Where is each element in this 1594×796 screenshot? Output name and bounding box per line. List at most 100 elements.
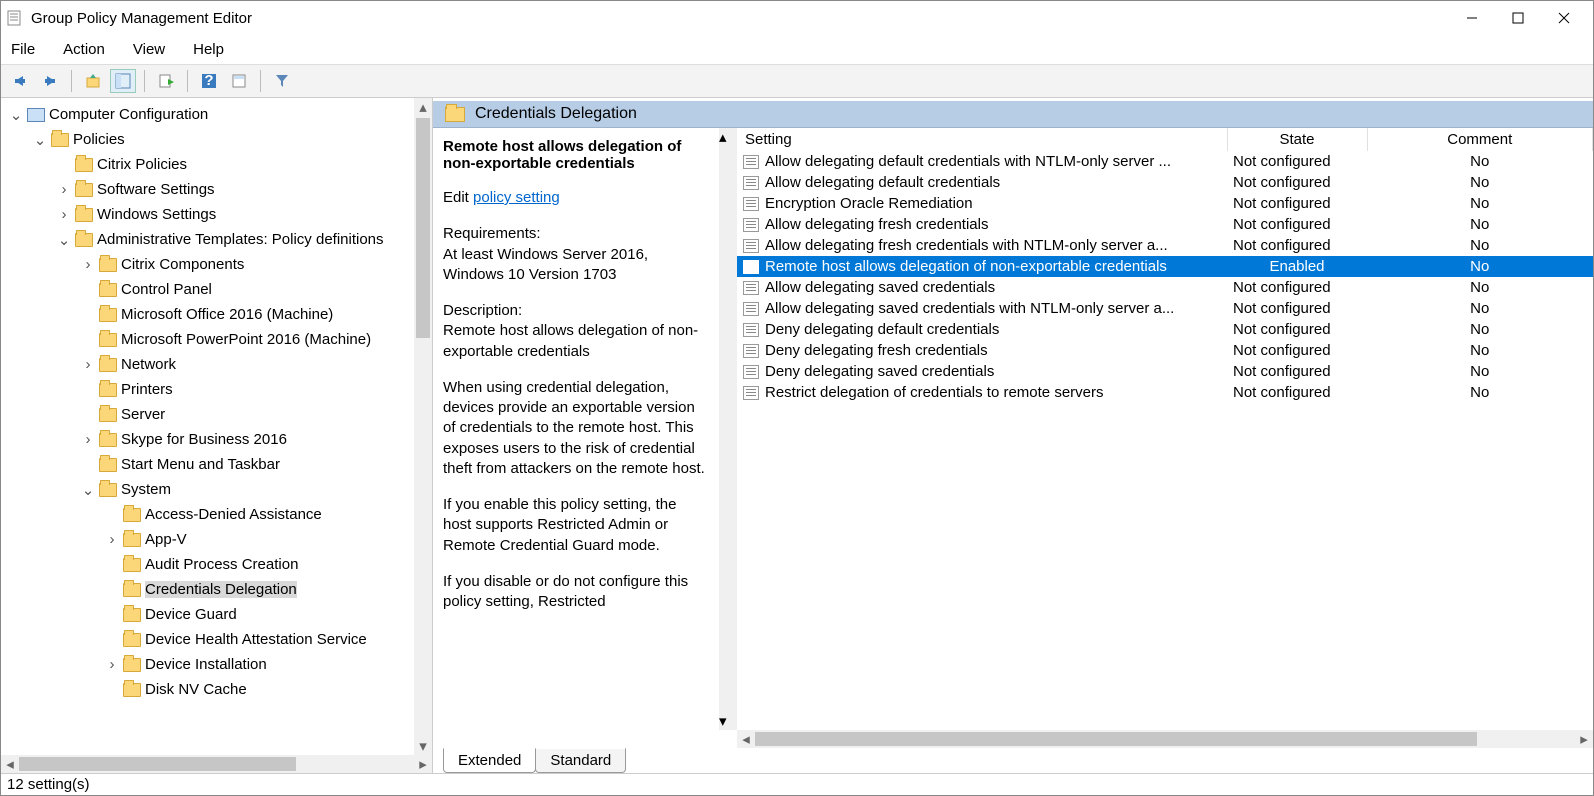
column-setting[interactable]: Setting: [737, 128, 1227, 151]
tree-item-label: Microsoft PowerPoint 2016 (Machine): [121, 331, 371, 348]
folder-icon: [75, 158, 93, 172]
minimize-button[interactable]: [1449, 3, 1495, 33]
setting-state: Not configured: [1227, 319, 1367, 340]
tree-item[interactable]: ›Software Settings: [5, 177, 432, 202]
tab-extended[interactable]: Extended: [443, 748, 536, 773]
tree-item[interactable]: ⌄Policies: [5, 127, 432, 152]
setting-row[interactable]: Remote host allows delegation of non-exp…: [737, 256, 1593, 277]
tree-item[interactable]: ⌄ System: [5, 477, 432, 502]
tree-item[interactable]: › Citrix Components: [5, 252, 432, 277]
tree-item-label: Citrix Components: [121, 256, 244, 273]
menu-help[interactable]: Help: [193, 41, 224, 58]
tab-standard[interactable]: Standard: [535, 748, 626, 773]
tree-item[interactable]: ⌄ Computer Configuration: [5, 102, 432, 127]
tree-item-label: App-V: [145, 531, 187, 548]
export-button[interactable]: [153, 69, 179, 93]
tree-item[interactable]: Microsoft PowerPoint 2016 (Machine): [5, 327, 432, 352]
close-button[interactable]: [1541, 3, 1587, 33]
setting-row[interactable]: Deny delegating fresh credentialsNot con…: [737, 340, 1593, 361]
tree-item[interactable]: Control Panel: [5, 277, 432, 302]
forward-button[interactable]: [37, 69, 63, 93]
tree-item[interactable]: ›Network: [5, 352, 432, 377]
folder-icon: [123, 533, 141, 547]
help-icon-button[interactable]: ?: [196, 69, 222, 93]
svg-text:?: ?: [204, 73, 213, 89]
maximize-button[interactable]: [1495, 3, 1541, 33]
tree-item[interactable]: Disk NV Cache: [5, 677, 432, 702]
expand-icon[interactable]: ›: [105, 656, 119, 673]
app-icon: [7, 10, 23, 26]
tree-item[interactable]: Credentials Delegation: [5, 577, 432, 602]
expand-icon[interactable]: ⌄: [33, 131, 47, 149]
menu-view[interactable]: View: [133, 41, 165, 58]
tree-item[interactable]: Device Guard: [5, 602, 432, 627]
tree-item-label: Server: [121, 406, 165, 423]
up-button[interactable]: [80, 69, 106, 93]
tree-item[interactable]: Printers: [5, 377, 432, 402]
folder-icon: [75, 208, 93, 222]
setting-state: Not configured: [1227, 193, 1367, 214]
tree-item-label: Disk NV Cache: [145, 681, 247, 698]
expand-icon[interactable]: ›: [81, 256, 95, 273]
tree-item[interactable]: Access-Denied Assistance: [5, 502, 432, 527]
setting-row[interactable]: Deny delegating default credentialsNot c…: [737, 319, 1593, 340]
folder-icon: [99, 258, 117, 272]
tree-item[interactable]: Audit Process Creation: [5, 552, 432, 577]
setting-name: Encryption Oracle Remediation: [765, 195, 973, 212]
expand-icon[interactable]: ›: [105, 531, 119, 548]
column-state[interactable]: State: [1227, 128, 1367, 151]
tree-item[interactable]: Citrix Policies: [5, 152, 432, 177]
setting-state: Enabled: [1227, 256, 1367, 277]
menubar: File Action View Help: [1, 35, 1593, 65]
properties-button[interactable]: [226, 69, 252, 93]
expand-icon[interactable]: ›: [81, 356, 95, 373]
tree-item[interactable]: ›Windows Settings: [5, 202, 432, 227]
tree-item[interactable]: › App-V: [5, 527, 432, 552]
tree-item[interactable]: Server: [5, 402, 432, 427]
tree-item[interactable]: Microsoft Office 2016 (Machine): [5, 302, 432, 327]
expand-icon[interactable]: ⌄: [9, 106, 23, 124]
expand-icon[interactable]: ⌄: [81, 481, 95, 499]
show-hide-tree-button[interactable]: [110, 69, 136, 93]
list-horizontal-scrollbar[interactable]: ◂ ▸: [737, 730, 1593, 748]
setting-row[interactable]: Encryption Oracle Remediation Not configu…: [737, 193, 1593, 214]
tree-item[interactable]: ⌄Administrative Templates: Policy defini…: [5, 227, 432, 252]
expand-icon[interactable]: ›: [81, 431, 95, 448]
menu-action[interactable]: Action: [63, 41, 105, 58]
setting-state: Not configured: [1227, 361, 1367, 382]
expand-icon[interactable]: ›: [57, 181, 71, 198]
column-comment[interactable]: Comment: [1367, 128, 1593, 151]
tree-item[interactable]: ›Device Installation: [5, 652, 432, 677]
policy-setting-link[interactable]: policy setting: [473, 189, 560, 206]
setting-row[interactable]: Allow delegating default credentialsNot …: [737, 172, 1593, 193]
setting-name: Allow delegating saved credentials with …: [765, 300, 1174, 317]
setting-icon: [743, 302, 759, 316]
tree-vertical-scrollbar[interactable]: ▴ ▾: [414, 98, 432, 755]
setting-comment: No: [1367, 214, 1593, 235]
folder-icon: [99, 458, 117, 472]
setting-row[interactable]: Allow delegating fresh credentials with …: [737, 235, 1593, 256]
tree-horizontal-scrollbar[interactable]: ◂ ▸: [1, 755, 432, 773]
setting-row[interactable]: Restrict delegation of credentials to re…: [737, 382, 1593, 403]
setting-row[interactable]: Allow delegating default credentials wit…: [737, 151, 1593, 172]
back-button[interactable]: [7, 69, 33, 93]
expand-icon[interactable]: ⌄: [57, 231, 71, 249]
menu-file[interactable]: File: [11, 41, 35, 58]
filter-button[interactable]: [269, 69, 295, 93]
setting-row[interactable]: Deny delegating saved credentialsNot con…: [737, 361, 1593, 382]
tree-item-label: System: [121, 481, 171, 498]
tree-item-label: Computer Configuration: [49, 106, 208, 123]
tree-item-label: Skype for Business 2016: [121, 431, 287, 448]
tree-item[interactable]: Device Health Attestation Service: [5, 627, 432, 652]
setting-icon: [743, 260, 759, 274]
setting-row[interactable]: Allow delegating fresh credentialsNot co…: [737, 214, 1593, 235]
tree-item[interactable]: Start Menu and Taskbar: [5, 452, 432, 477]
setting-row[interactable]: Allow delegating saved credentialsNot co…: [737, 277, 1593, 298]
setting-comment: No: [1367, 256, 1593, 277]
tree-item[interactable]: › Skype for Business 2016: [5, 427, 432, 452]
description-vertical-scrollbar[interactable]: ▴▾: [719, 128, 737, 730]
expand-icon[interactable]: ›: [57, 206, 71, 223]
content-title: Credentials Delegation: [475, 105, 637, 123]
setting-row[interactable]: Allow delegating saved credentials with …: [737, 298, 1593, 319]
setting-state: Not configured: [1227, 172, 1367, 193]
